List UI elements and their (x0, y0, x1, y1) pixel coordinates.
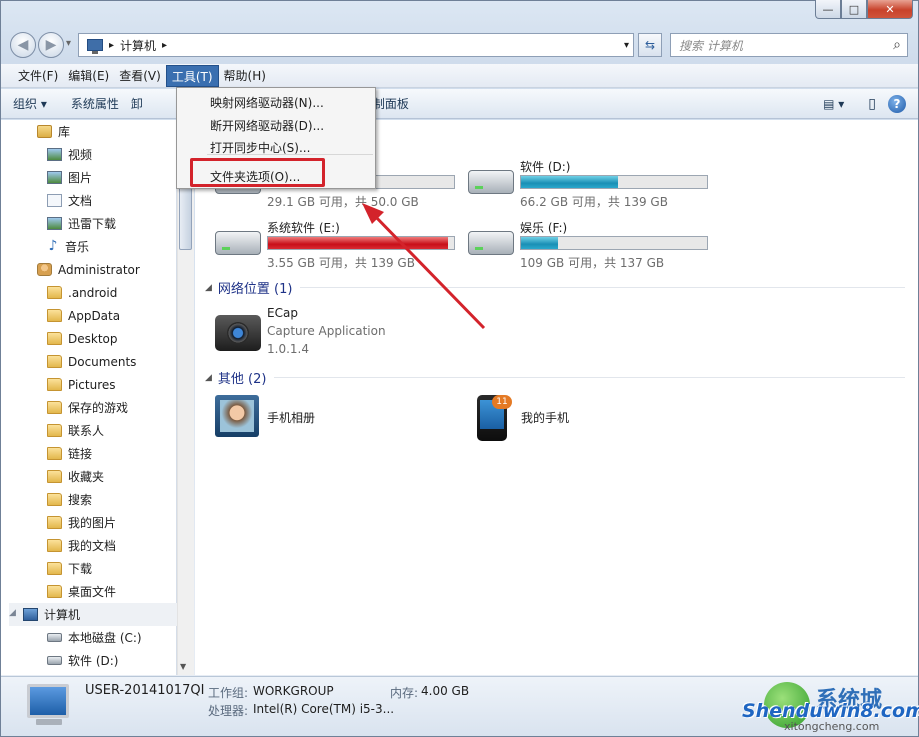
processor-label: 处理器: (208, 704, 249, 718)
computer-monitor-icon (27, 684, 69, 718)
workgroup-value: WORKGROUP (253, 684, 334, 698)
highlight-box (190, 158, 325, 187)
arrow-shaft (370, 211, 486, 330)
watermark-brand: Shenduwin8.com (742, 700, 919, 722)
workgroup-label: 工作组: (208, 686, 249, 700)
watermark-logo: 系统城 Shenduwin8.com xitongcheng.com (724, 680, 919, 736)
processor-value: Intel(R) Core(TM) i5-3... (253, 702, 395, 716)
watermark-sub: xitongcheng.com (784, 720, 880, 733)
monitor-stand (36, 719, 62, 725)
menu-item-disconnect-network-drive[interactable]: 断开网络驱动器(D)... (210, 117, 324, 134)
menu-item-map-network-drive[interactable]: 映射网络驱动器(N)... (210, 94, 324, 111)
memory-value: 4.00 GB (421, 684, 470, 698)
memory-label: 内存: (390, 686, 419, 700)
computer-name: USER-20141017QI (85, 683, 205, 698)
menu-separator (207, 154, 373, 155)
annotation-arrow (362, 203, 486, 330)
